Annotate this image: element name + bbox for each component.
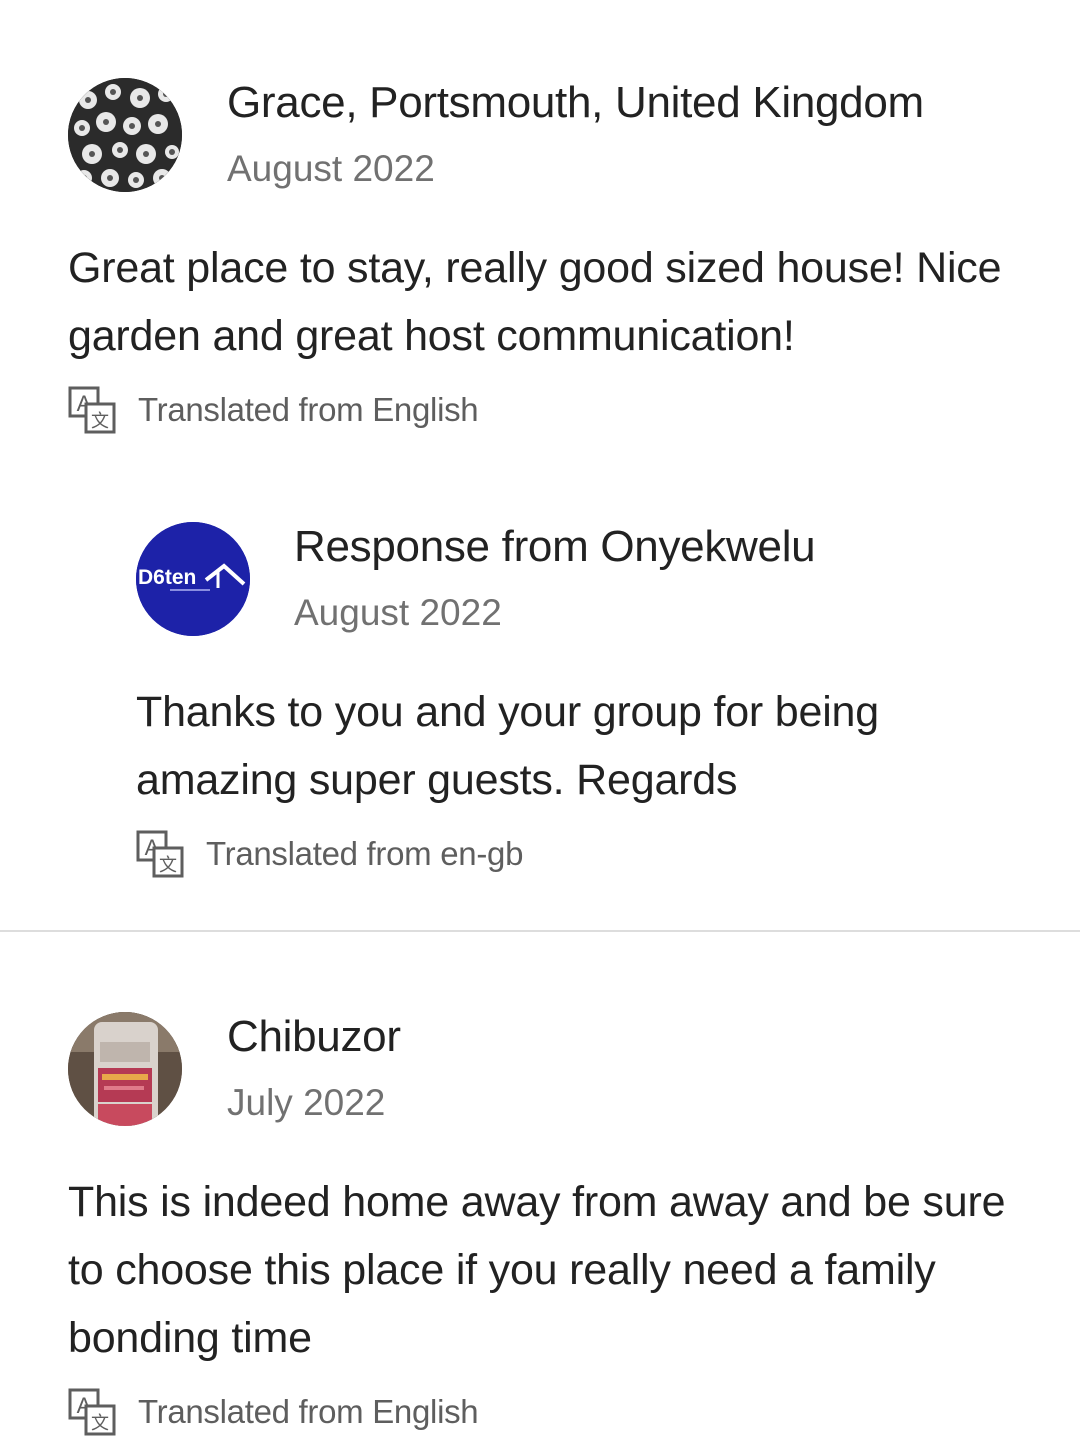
review-text: Great place to stay, really good sized h… [68,244,1002,360]
translation-notice[interactable]: A 文 Translated from en-gb [136,830,523,878]
d6ten-logo-icon: D6ten [136,522,250,636]
review-date: August 2022 [227,148,435,189]
translation-notice[interactable]: A 文 Translated from English [68,1388,479,1436]
review-item: Chibuzor July 2022 This is indeed home a… [0,932,1080,1436]
reviewer-name: Chibuzor [227,1012,401,1061]
translate-icon: A 文 [68,1388,116,1436]
translate-icon: A 文 [136,830,184,878]
translation-notice[interactable]: A 文 Translated from English [68,386,479,434]
review-text: This is indeed home away from away and b… [68,1178,1006,1362]
host-response-title: Response from Onyekwelu [294,522,816,571]
host-response-text: Thanks to you and your group for being a… [136,688,879,804]
svg-text:文: 文 [159,855,177,876]
review-date: July 2022 [227,1082,386,1123]
svg-text:文: 文 [91,411,109,432]
host-logo-text: D6ten [138,566,196,589]
reviewer-name: Grace, Portsmouth, United Kingdom [227,78,924,127]
host-response-date: August 2022 [294,592,502,633]
bottle-photo-icon [68,1012,182,1126]
daisy-photo-icon [68,78,182,192]
host-avatar[interactable]: D6ten [136,522,250,636]
svg-text:文: 文 [91,1413,109,1434]
translation-label: Translated from English [138,1393,479,1430]
translation-label: Translated from English [138,391,479,428]
reviewer-avatar[interactable] [68,1012,182,1126]
translation-label: Translated from en-gb [206,835,524,872]
translate-icon: A 文 [68,386,116,434]
reviewer-avatar[interactable] [68,78,182,192]
review-item: Grace, Portsmouth, United Kingdom August… [0,0,1080,930]
